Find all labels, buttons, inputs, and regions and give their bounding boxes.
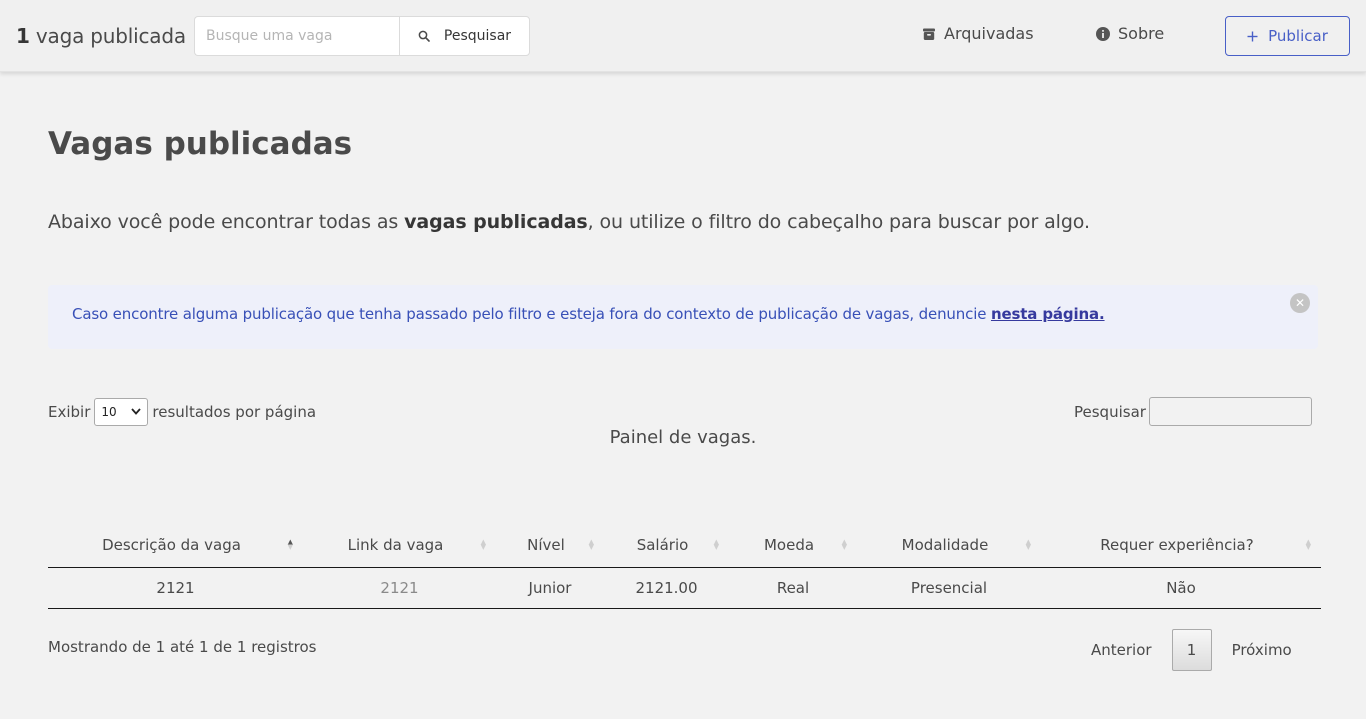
nav-archived-link[interactable]: Arquivadas xyxy=(922,24,1034,43)
table-header-row: Descrição da vaga ▲ ▼ Link da vaga ▲ ▼ Nível… xyxy=(48,524,1321,568)
cell-modality: Presencial xyxy=(857,567,1041,609)
cell-job-link[interactable]: 2121 xyxy=(303,567,496,609)
intro-text: Abaixo você pode encontrar todas as vaga… xyxy=(48,211,1090,233)
column-header-link[interactable]: Link da vaga ▲ ▼ xyxy=(303,524,496,568)
header-search: Pesquisar xyxy=(194,16,530,56)
plus-icon xyxy=(1247,31,1258,41)
table-info: Mostrando de 1 até 1 de 1 registros xyxy=(48,638,317,656)
page-length-control: Exibir 10 resultados por página xyxy=(48,397,316,426)
sort-icon: ▲ ▼ xyxy=(713,538,719,552)
column-header-label: Moeda xyxy=(763,536,815,555)
page-length-value: 10 xyxy=(101,404,117,419)
column-header-modality[interactable]: Modalidade ▲ ▼ xyxy=(857,524,1041,568)
cell-currency: Real xyxy=(729,567,857,609)
top-navbar: 1 vaga publicada Pesquisar Arquivadas So… xyxy=(0,0,1366,72)
table-caption: Painel de vagas. xyxy=(609,427,757,448)
intro-text-end: , ou utilize o filtro do cabeçalho para … xyxy=(587,211,1090,233)
column-header-label: Descrição da vaga xyxy=(102,536,241,555)
close-notice-button[interactable]: ✕ xyxy=(1290,293,1310,313)
page-title: Vagas publicadas xyxy=(48,126,353,162)
search-button-label: Pesquisar xyxy=(443,28,512,44)
column-header-label: Requer experiência? xyxy=(1100,536,1254,555)
cell-level: Junior xyxy=(496,567,604,609)
page-length-select[interactable]: 10 xyxy=(94,397,149,426)
pagination-previous[interactable]: Anterior xyxy=(1071,641,1172,659)
close-icon: ✕ xyxy=(1295,296,1305,310)
search-button[interactable]: Pesquisar xyxy=(399,16,530,56)
search-input[interactable] xyxy=(194,16,399,56)
jobs-table: Descrição da vaga ▲ ▼ Link da vaga ▲ ▼ Nível… xyxy=(48,524,1321,609)
intro-text-bold: vagas publicadas xyxy=(404,211,588,233)
cell-salary: 2121.00 xyxy=(604,567,729,609)
column-header-description[interactable]: Descrição da vaga ▲ ▼ xyxy=(48,524,303,568)
brand-title[interactable]: 1 vaga publicada xyxy=(16,24,186,48)
brand-count: 1 xyxy=(16,24,30,48)
column-header-label: Link da vaga xyxy=(347,536,444,555)
column-header-salary[interactable]: Salário ▲ ▼ xyxy=(604,524,729,568)
cell-description: 2121 xyxy=(48,567,303,609)
pagination: Anterior 1 Próximo xyxy=(1071,629,1312,671)
column-header-label: Modalidade xyxy=(901,536,989,555)
info-icon xyxy=(1096,26,1110,41)
notice-text: Caso encontre alguma publicação que tenh… xyxy=(72,305,991,323)
page-length-label: Exibir xyxy=(48,402,91,421)
chevron-down-icon xyxy=(131,408,142,415)
cell-experience: Não xyxy=(1041,567,1321,609)
per-page-label: resultados por página xyxy=(152,402,317,421)
sort-icon: ▲ ▼ xyxy=(588,538,594,552)
table-row: 2121 2121 Junior 2121.00 Real Presencial… xyxy=(48,567,1321,609)
table-filter-label: Pesquisar xyxy=(1074,402,1146,421)
nav-archived-label: Arquivadas xyxy=(944,24,1034,43)
column-header-label: Salário xyxy=(636,536,689,555)
sort-icon: ▲ ▼ xyxy=(287,538,293,552)
table-filter-control: Pesquisar xyxy=(1074,397,1312,426)
pagination-next[interactable]: Próximo xyxy=(1212,641,1312,659)
sort-icon: ▲ ▼ xyxy=(480,538,486,552)
sort-icon: ▲ ▼ xyxy=(841,538,847,552)
column-header-currency[interactable]: Moeda ▲ ▼ xyxy=(729,524,857,568)
nav-about-link[interactable]: Sobre xyxy=(1096,24,1164,43)
report-notice: Caso encontre alguma publicação que tenh… xyxy=(48,285,1318,349)
table-filter-input[interactable] xyxy=(1148,397,1312,426)
sort-icon: ▲ ▼ xyxy=(1305,538,1311,552)
column-header-label: Nível xyxy=(527,536,565,555)
column-header-level[interactable]: Nível ▲ ▼ xyxy=(496,524,604,568)
pagination-page-1[interactable]: 1 xyxy=(1171,629,1212,671)
sort-icon: ▲ ▼ xyxy=(1025,538,1031,552)
publish-button[interactable]: Publicar xyxy=(1225,16,1350,56)
column-header-experience[interactable]: Requer experiência? ▲ ▼ xyxy=(1041,524,1321,568)
brand-text: vaga publicada xyxy=(35,24,186,48)
archive-icon xyxy=(923,28,935,40)
notice-report-link[interactable]: nesta página. xyxy=(991,305,1105,323)
intro-text-start: Abaixo você pode encontrar todas as xyxy=(48,211,405,233)
nav-about-label: Sobre xyxy=(1118,24,1165,43)
search-icon xyxy=(418,30,430,42)
publish-button-label: Publicar xyxy=(1268,27,1328,45)
